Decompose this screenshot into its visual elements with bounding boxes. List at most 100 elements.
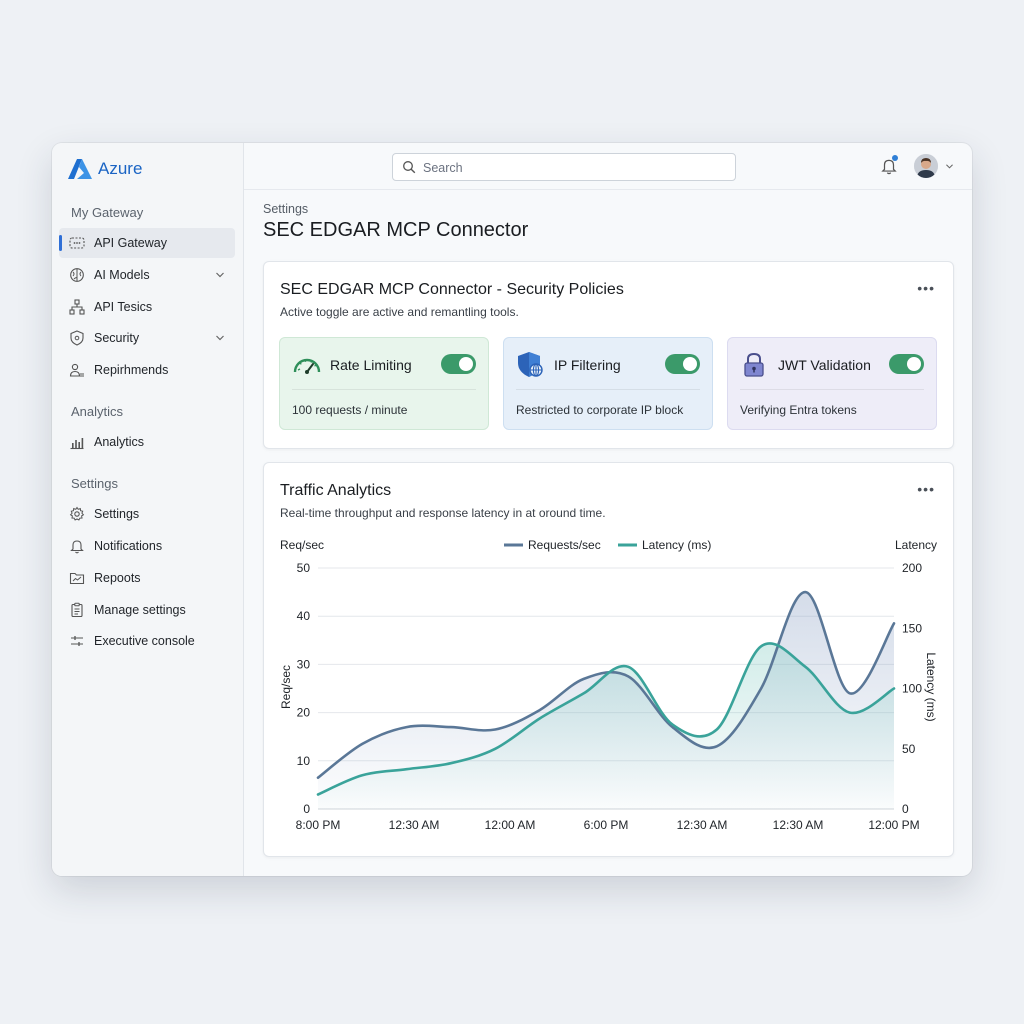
x-tick-label: 6:00 PM xyxy=(584,818,629,832)
y-tick-label: 10 xyxy=(297,754,311,768)
brand-name: Azure xyxy=(98,159,143,178)
y-tick-label: 20 xyxy=(297,706,311,720)
divider xyxy=(740,389,924,390)
ip-filtering-toggle[interactable] xyxy=(665,354,700,374)
sidebar-item-executive-console[interactable]: Executive console xyxy=(59,626,235,656)
y2-tick-label: 100 xyxy=(902,682,922,696)
y2-tick-label: 0 xyxy=(902,802,909,816)
avatar[interactable] xyxy=(914,154,938,178)
security-policies-card: SEC EDGAR MCP Connector - Security Polic… xyxy=(263,261,954,449)
sidebar-item-repirhmends[interactable]: Repirhmends xyxy=(59,355,235,385)
right-axis-title: Latency (ms) xyxy=(924,652,938,721)
sidebar-item-manage-settings[interactable]: Manage settings xyxy=(59,595,235,625)
sidebar-item-label: Repirhmends xyxy=(94,363,169,377)
sidebar: Azure My Gateway API Gateway AI Models A… xyxy=(52,143,244,876)
left-axis-title: Req/sec xyxy=(279,665,293,709)
search-icon xyxy=(403,161,416,174)
chevron-down-icon[interactable] xyxy=(215,333,225,343)
notification-dot xyxy=(892,155,898,161)
chevron-down-icon[interactable] xyxy=(215,270,225,280)
brain-icon xyxy=(70,268,84,282)
gear-icon xyxy=(69,506,85,521)
folder-chart-icon xyxy=(69,572,85,585)
rate-limiting-toggle[interactable] xyxy=(441,354,476,374)
card-subtitle: Active toggle are active and remantling … xyxy=(280,305,519,319)
user-list-icon xyxy=(69,363,84,377)
sidebar-item-ai-models[interactable]: AI Models xyxy=(59,260,235,290)
policy-name: Rate Limiting xyxy=(330,357,412,373)
sidebar-item-label: Executive console xyxy=(94,634,195,648)
sidebar-item-label: Settings xyxy=(94,507,140,521)
azure-logo-icon xyxy=(68,159,92,179)
chart-legend: Requests/sec Latency (ms) xyxy=(504,538,711,552)
more-options-button[interactable]: ••• xyxy=(917,280,935,296)
sidebar-item-label: Repoots xyxy=(94,571,141,585)
x-tick-label: 12:30 AM xyxy=(389,818,440,832)
sidebar-item-label: Analytics xyxy=(94,435,145,449)
chart-areas xyxy=(318,592,894,809)
policy-description: 100 requests / minute xyxy=(292,403,408,417)
y2-tick-label: 150 xyxy=(902,621,922,635)
sidebar-item-api-gateway[interactable]: API Gateway xyxy=(59,228,235,258)
sidebar-item-label: Security xyxy=(94,331,140,345)
policy-tile-jwt-validation: JWT Validation Verifying Entra tokens xyxy=(727,337,937,430)
card-title: SEC EDGAR MCP Connector - Security Polic… xyxy=(280,281,624,298)
sidebar-item-label: Manage settings xyxy=(94,603,186,617)
traffic-analytics-card: Traffic Analytics Real-time throughput a… xyxy=(263,462,954,857)
bell-icon xyxy=(70,540,84,554)
y-tick-label: 0 xyxy=(303,802,310,816)
sidebar-item-label: Notifications xyxy=(94,539,163,553)
x-tick-label: 12:30 AM xyxy=(677,818,728,832)
search-box[interactable] xyxy=(392,153,736,182)
y-tick-label: 50 xyxy=(297,561,311,575)
sidebar-item-label: API Tesics xyxy=(94,300,153,314)
y-tick-label: 40 xyxy=(297,609,311,623)
jwt-validation-toggle[interactable] xyxy=(889,354,924,374)
divider xyxy=(292,389,476,390)
x-tick-label: 12:00 PM xyxy=(868,818,919,832)
hierarchy-icon xyxy=(69,299,85,315)
breadcrumb[interactable]: Settings xyxy=(263,202,308,216)
sidebar-item-api-tesics[interactable]: API Tesics xyxy=(59,292,235,322)
shield-icon xyxy=(70,330,84,346)
sidebar-item-security[interactable]: Security xyxy=(59,323,235,353)
section-label-analytics: Analytics xyxy=(71,404,124,419)
sliders-icon xyxy=(71,636,83,646)
policy-name: IP Filtering xyxy=(554,357,621,373)
search-input[interactable] xyxy=(421,154,725,182)
sidebar-item-label: API Gateway xyxy=(94,236,167,250)
x-tick-label: 8:00 PM xyxy=(296,818,341,832)
app-window: Azure My Gateway API Gateway AI Models A… xyxy=(52,143,972,876)
policy-tile-rate-limiting: Rate Limiting 100 requests / minute xyxy=(279,337,489,430)
legend-label-latency: Latency (ms) xyxy=(642,538,711,552)
section-label-settings: Settings xyxy=(71,476,118,491)
sidebar-item-notifications[interactable]: Notifications xyxy=(59,531,235,561)
right-axis-top-label: Latency xyxy=(895,538,937,552)
y2-tick-label: 200 xyxy=(902,561,922,575)
sidebar-item-settings[interactable]: Settings xyxy=(59,499,235,529)
y2-tick-label: 50 xyxy=(902,742,916,756)
sidebar-item-analytics[interactable]: Analytics xyxy=(59,427,235,457)
policy-description: Verifying Entra tokens xyxy=(740,403,857,417)
chevron-down-icon[interactable] xyxy=(945,163,954,170)
x-tick-label: 12:30 AM xyxy=(773,818,824,832)
y-tick-label: 30 xyxy=(297,657,311,671)
traffic-chart: Req/sec Latency Requests/sec Latency (ms… xyxy=(279,538,938,832)
top-bar xyxy=(244,143,972,190)
page-title: SEC EDGAR MCP Connector xyxy=(263,219,529,241)
shield-globe-icon xyxy=(518,352,543,377)
brand[interactable]: Azure xyxy=(68,158,142,180)
x-tick-label: 12:00 AM xyxy=(485,818,536,832)
bar-chart-icon xyxy=(70,438,84,450)
clipboard-icon xyxy=(71,602,83,618)
left-axis-top-label: Req/sec xyxy=(280,538,324,552)
speedometer-icon xyxy=(293,358,321,374)
policy-name: JWT Validation xyxy=(778,357,871,373)
divider xyxy=(516,389,700,390)
sidebar-item-repoots[interactable]: Repoots xyxy=(59,563,235,593)
legend-label-requests: Requests/sec xyxy=(528,538,601,552)
user-avatar-icon xyxy=(914,154,938,178)
policy-description: Restricted to corporate IP block xyxy=(516,403,684,417)
lock-icon xyxy=(744,352,764,377)
section-label-my-gateway: My Gateway xyxy=(71,205,144,220)
